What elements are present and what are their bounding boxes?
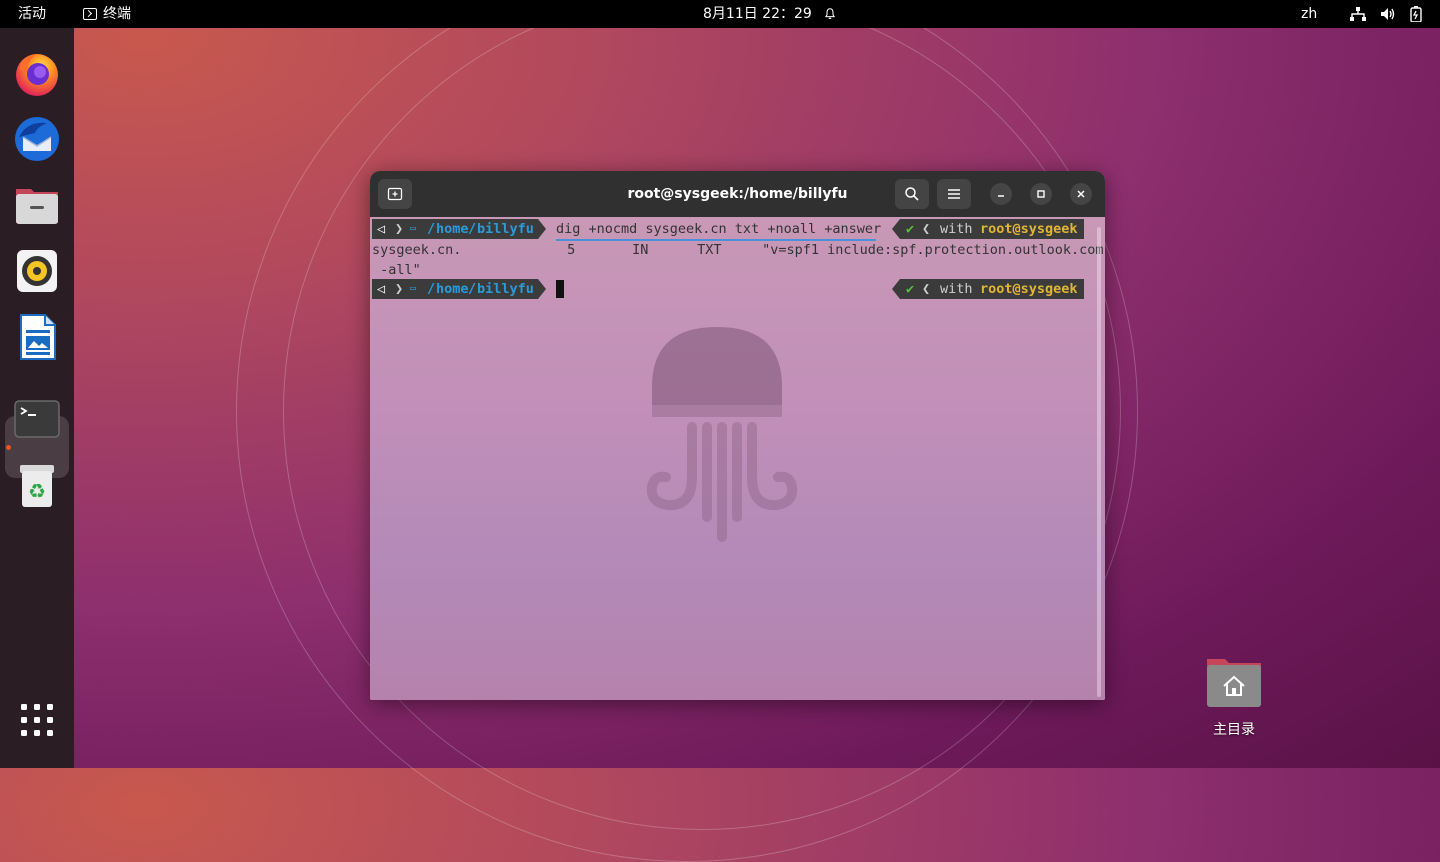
check-icon: ✔	[906, 221, 915, 237]
hamburger-icon	[948, 189, 960, 199]
prompt-path-user-2: billyfu	[477, 281, 534, 297]
text-cursor	[556, 280, 564, 298]
right-prompt-with: with	[940, 221, 973, 237]
right-prompt-arrow-icon	[892, 219, 900, 239]
menu-button[interactable]	[937, 179, 971, 209]
prompt-path-home-2: home	[436, 281, 469, 297]
firefox-icon	[16, 54, 58, 96]
home-folder-icon	[1207, 659, 1261, 707]
writer-icon	[20, 314, 56, 360]
output-line-1: sysgeek.cn. 5 IN TXT "v=spf1 include:spf…	[372, 242, 1104, 258]
right-prompt-segment: ✔ ❮ with root@sysgeek	[900, 219, 1084, 239]
right-prompt-user-2: root@sysgeek	[980, 281, 1078, 297]
search-icon	[905, 187, 919, 201]
check-icon-2: ✔	[906, 281, 915, 297]
dock: ♻	[0, 28, 74, 768]
prompt-left-segment: ◁ ❯ ▭ / home / billyfu	[372, 219, 538, 239]
right-prompt-segment-2: ✔ ❮ with root@sysgeek	[900, 279, 1084, 299]
maximize-button[interactable]	[1030, 183, 1052, 205]
arrow-left-icon: ◁	[377, 221, 386, 237]
close-button[interactable]	[1070, 183, 1092, 205]
thunderbird-icon	[15, 117, 59, 161]
input-language-indicator[interactable]: zh	[1301, 0, 1317, 28]
prompt-path-slash1: /	[427, 221, 436, 237]
svg-text:♻: ♻	[28, 479, 46, 503]
terminal-content[interactable]: ◁ ❯ ▭ / home / billyfu dig +nocmd sysgee…	[370, 217, 1105, 700]
minimize-icon	[998, 195, 1004, 197]
battery-icon	[1410, 6, 1422, 22]
folder-icon-2: ▭	[410, 283, 417, 294]
right-prompt-arrow-icon-2	[892, 279, 900, 299]
terminal-window: root@sysgeek:/home/billyfu ◁ ❯ ▭ / home …	[370, 171, 1105, 700]
prompt-path-home: home	[436, 221, 469, 237]
clock-label: 8月11日 22：29	[703, 6, 812, 22]
chevron-right-icon: ❯	[395, 221, 404, 237]
dock-thunderbird[interactable]	[13, 115, 61, 163]
chevron-left-icon: ❮	[922, 221, 931, 237]
dock-trash[interactable]: ♻	[13, 462, 61, 510]
speaker-icon	[17, 250, 57, 292]
dock-libreoffice-writer[interactable]	[13, 313, 61, 361]
running-indicator	[6, 445, 11, 450]
maximize-icon	[1037, 190, 1045, 198]
activities-button[interactable]: 活动	[18, 0, 46, 28]
minimize-button[interactable]	[990, 183, 1012, 205]
chevron-right-icon-2: ❯	[395, 281, 404, 297]
app-menu-label: 终端	[103, 6, 131, 22]
right-prompt-user: root@sysgeek	[980, 221, 1078, 237]
right-prompt-with-2: with	[940, 281, 973, 297]
prompt-path-user: billyfu	[477, 221, 534, 237]
command-text: dig +nocmd sysgeek.cn txt +noall +answer	[556, 221, 882, 237]
prompt-left-segment-2: ◁ ❯ ▭ / home / billyfu	[372, 279, 538, 299]
terminal-app-icon	[14, 400, 60, 438]
new-tab-icon	[387, 187, 403, 201]
new-tab-button[interactable]	[378, 179, 412, 209]
grid-icon	[21, 704, 53, 736]
dock-rhythmbox[interactable]	[13, 247, 61, 295]
app-menu[interactable]: 终端	[83, 0, 131, 28]
prompt-arrow-icon	[538, 219, 546, 239]
trash-icon: ♻	[20, 465, 54, 507]
system-status-menu[interactable]	[1350, 0, 1422, 28]
prompt-path-slash2-2: /	[468, 281, 477, 297]
dock-terminal[interactable]	[13, 395, 61, 443]
scrollbar[interactable]	[1097, 227, 1101, 697]
bell-icon	[824, 8, 835, 20]
files-icon	[16, 189, 58, 224]
prompt-path-slash2: /	[468, 221, 477, 237]
dock-firefox[interactable]	[13, 49, 61, 97]
chevron-left-icon-2: ❮	[922, 281, 931, 297]
search-button[interactable]	[895, 179, 929, 209]
output-line-2: -all"	[372, 262, 421, 278]
desktop-home-label: 主目录	[1213, 722, 1255, 738]
show-applications-button[interactable]	[21, 704, 53, 736]
dock-files[interactable]	[13, 181, 61, 229]
desktop-home-folder[interactable]: 主目录	[1200, 655, 1268, 739]
terminal-icon	[83, 8, 97, 20]
arrow-left-icon-2: ◁	[377, 281, 386, 297]
prompt-path-slash1-2: /	[427, 281, 436, 297]
folder-icon: ▭	[410, 223, 417, 234]
network-icon	[1350, 7, 1366, 21]
volume-icon	[1381, 8, 1395, 20]
jellyfish-watermark-icon	[646, 327, 798, 542]
prompt-arrow-icon-2	[538, 279, 546, 299]
terminal-titlebar[interactable]: root@sysgeek:/home/billyfu	[370, 171, 1105, 217]
top-bar: 活动 终端 8月11日 22：29 zh	[0, 0, 1440, 28]
clock[interactable]: 8月11日 22：29	[703, 0, 836, 28]
close-icon	[1077, 190, 1085, 198]
